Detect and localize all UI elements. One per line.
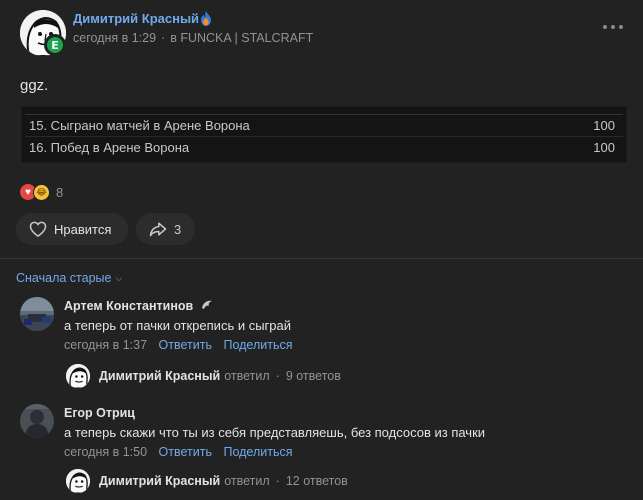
reply-author-name: Димитрий Красный: [99, 474, 221, 488]
comment-text: а теперь от пачки открепись и сыграй: [64, 318, 292, 333]
comments-sort-toggle[interactable]: Сначала старые ⌵: [16, 271, 122, 285]
sort-label: Сначала старые: [16, 271, 112, 285]
table-row: 15. Сыграно матчей в Арене Ворона 100: [25, 115, 623, 137]
comment: Егор Отриц а теперь скажи что ты из себя…: [20, 404, 620, 464]
replies-summary[interactable]: Димитрий Красный ответил · 12 ответов: [66, 469, 348, 493]
comment-avatar[interactable]: [20, 404, 54, 438]
comment-footer: сегодня в 1:37 Ответить Поделиться: [64, 338, 292, 352]
post-time[interactable]: сегодня в 1:29: [73, 31, 156, 45]
reactions-summary[interactable]: ♥ 😂 8: [20, 183, 63, 201]
verified-badge: E: [44, 34, 66, 56]
reply-avatar: [66, 469, 90, 493]
comment-time[interactable]: сегодня в 1:37: [64, 338, 147, 352]
avatar-photo: [20, 297, 54, 331]
chevron-down-icon: ⌵: [115, 272, 123, 283]
reply-verb: ответил: [224, 474, 270, 488]
table-row-value: 100: [593, 140, 615, 155]
comment-author[interactable]: Егор Отриц: [64, 406, 135, 420]
post-header: E Димитрий Красный сегодня в 1:29 · в FUNC…: [20, 10, 623, 58]
reaction-count: 8: [56, 184, 64, 200]
table-row-label: 16. Побед в Арене Ворона: [29, 140, 190, 155]
post-author-name[interactable]: Димитрий Красный: [73, 11, 199, 26]
fire-icon: [201, 11, 211, 26]
reply-avatar: [66, 364, 90, 388]
comment-time[interactable]: сегодня в 1:50: [64, 445, 147, 459]
post-meta: сегодня в 1:29 · в FUNCKA | STALCRAFT: [73, 31, 313, 45]
more-icon[interactable]: [603, 20, 623, 34]
wojak-avatar-image: [66, 364, 90, 388]
comment-author-name: Артем Константинов: [64, 299, 194, 313]
reply-verb: ответил: [224, 369, 270, 383]
more-dot: [619, 25, 623, 29]
avatar-photo: [20, 404, 54, 438]
share-button[interactable]: 3: [136, 213, 195, 245]
replies-summary[interactable]: Димитрий Красный ответил · 9 ответов: [66, 364, 341, 388]
like-label: Нравится: [54, 221, 112, 237]
table-row: 16. Побед в Арене Ворона 100: [25, 137, 623, 159]
shadow-icon: [201, 300, 212, 309]
meta-separator: ·: [161, 31, 166, 45]
reply-count: 9 ответов: [285, 369, 341, 383]
table-row-label: 15. Сыграно матчей в Арене Ворона: [29, 118, 250, 133]
comment-text: а теперь скажи что ты из себя представля…: [64, 425, 486, 440]
share-arrow-icon: [149, 222, 167, 237]
comment-footer: сегодня в 1:50 Ответить Поделиться: [64, 445, 292, 459]
like-button[interactable]: Нравится: [16, 213, 128, 245]
divider: [0, 258, 643, 259]
table-row-value: 100: [593, 118, 615, 133]
badge-icon: E: [47, 37, 63, 53]
post-text: ggz.: [20, 77, 49, 94]
reply-count: 12 ответов: [285, 474, 348, 488]
more-dot: [611, 25, 615, 29]
reply-link[interactable]: Ответить: [159, 338, 212, 352]
meta-separator: ·: [275, 474, 280, 488]
heart-outline-icon: [29, 221, 47, 237]
comment: Артем Константинов а теперь от пачки отк…: [20, 297, 620, 357]
meta-separator: ·: [275, 369, 280, 383]
share-link[interactable]: Поделиться: [223, 338, 292, 352]
share-count: 3: [174, 221, 182, 237]
laugh-reaction-icon: 😂: [33, 183, 50, 201]
comment-avatar[interactable]: [20, 297, 54, 331]
more-dot: [603, 25, 607, 29]
reply-author-name: Димитрий Красный: [99, 369, 221, 383]
post-source[interactable]: в FUNCKA | STALCRAFT: [170, 31, 313, 45]
comment-author-name: Егор Отриц: [64, 406, 135, 420]
wojak-avatar-image: [66, 469, 90, 493]
post-image-stats-table[interactable]: 15. Сыграно матчей в Арене Ворона 100 16…: [21, 106, 627, 163]
comment-author[interactable]: Артем Константинов: [64, 299, 213, 313]
reply-link[interactable]: Ответить: [159, 445, 212, 459]
share-link[interactable]: Поделиться: [223, 445, 292, 459]
